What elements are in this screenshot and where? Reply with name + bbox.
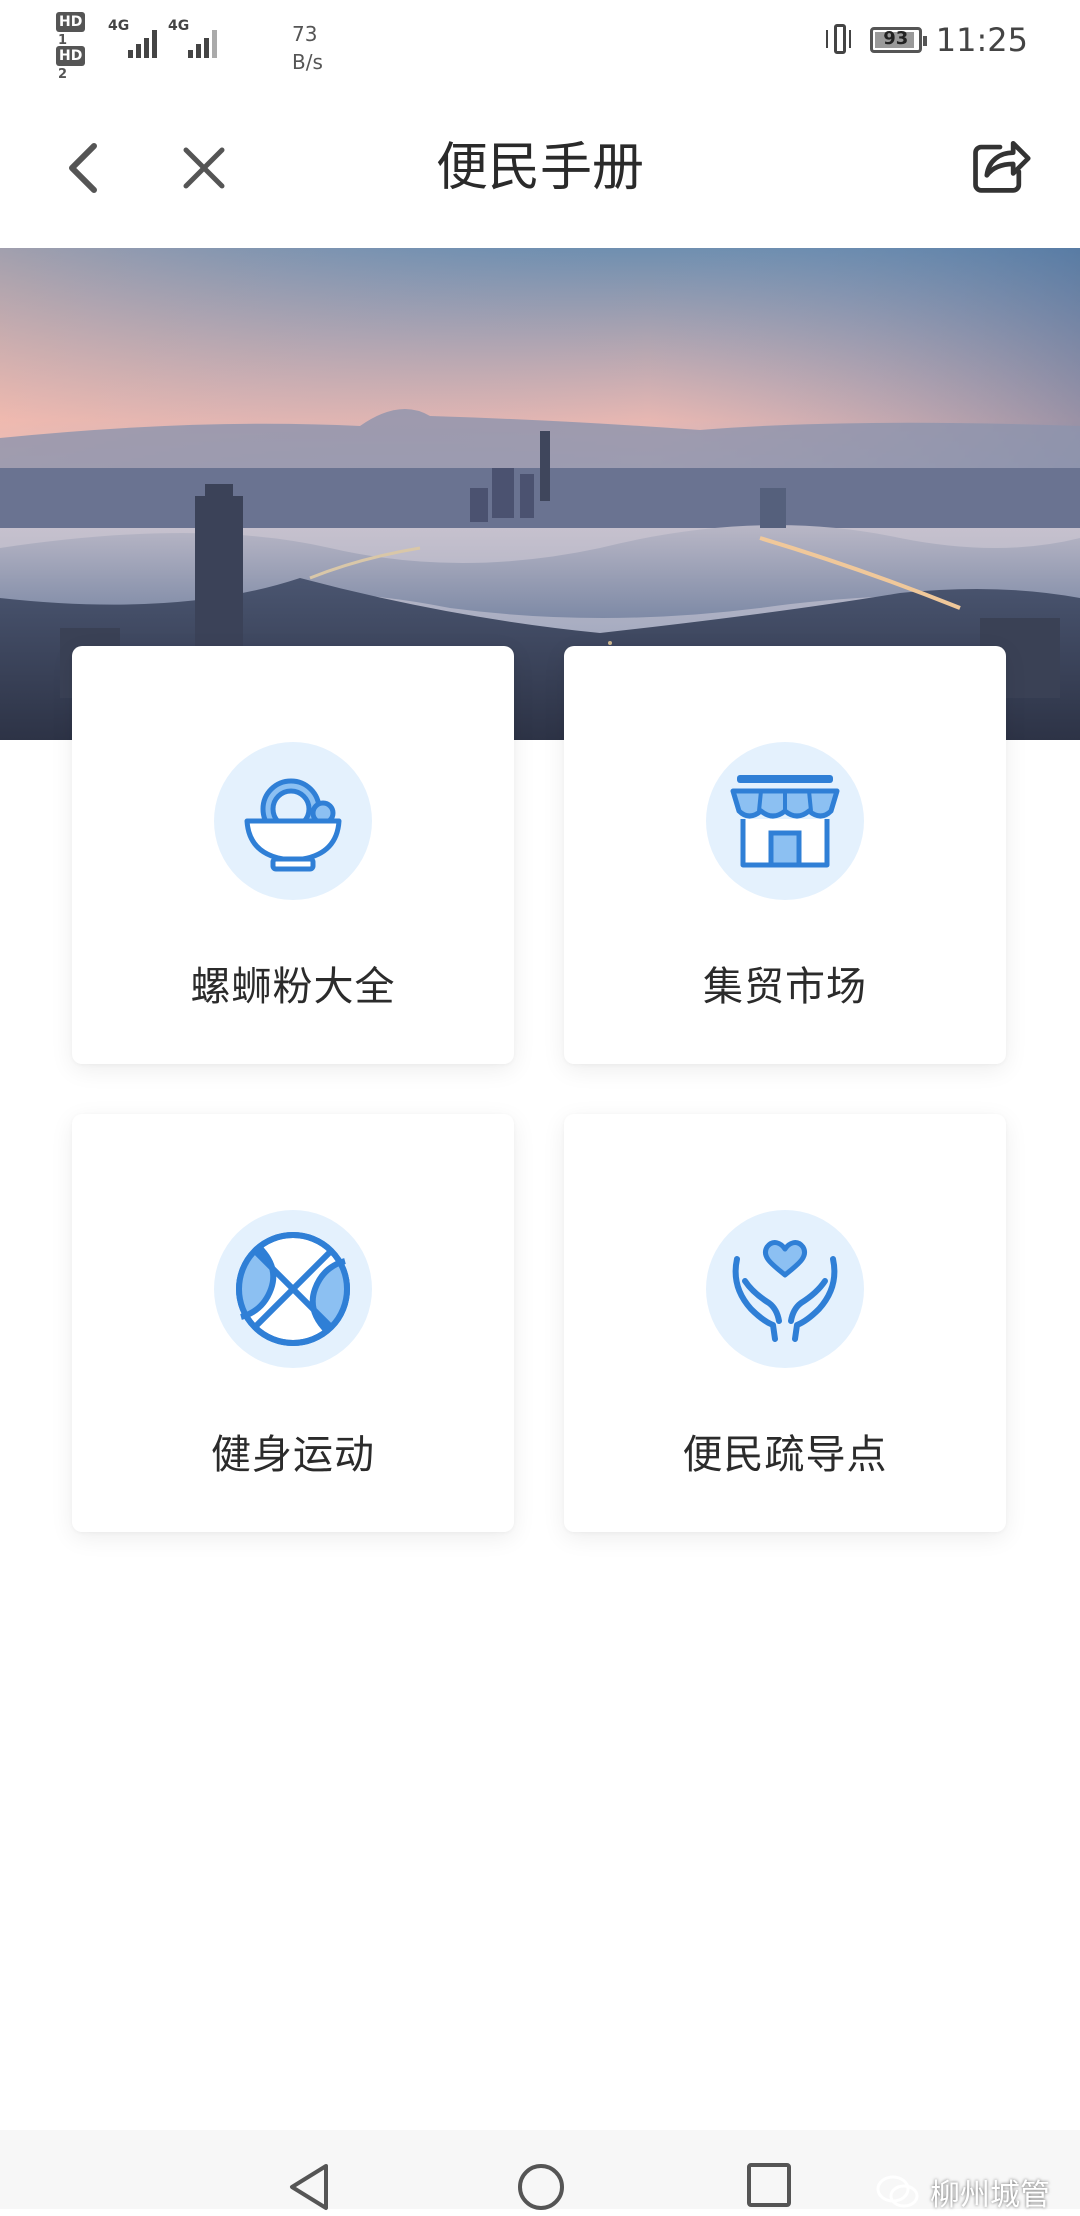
- sim1-indicator: HD1: [56, 12, 96, 48]
- watermark: 柳州城管: [876, 2170, 1050, 2214]
- card-fitness[interactable]: 健身运动: [72, 1114, 514, 1532]
- share-button[interactable]: [968, 132, 1032, 196]
- network-speed: 73 B/s: [292, 22, 323, 74]
- system-nav-bar: 柳州城管: [0, 2130, 1080, 2213]
- watermark-text: 柳州城管: [930, 2178, 1050, 2213]
- nav-recents-button[interactable]: [746, 2162, 792, 2212]
- sim2-indicator: HD2: [56, 46, 96, 82]
- triangle-back-icon: [290, 2164, 328, 2210]
- wechat-icon: [876, 2175, 919, 2208]
- heart-hands-icon: [706, 1210, 864, 1368]
- nav-back-button[interactable]: [286, 2162, 332, 2216]
- page-title: 便民手册: [435, 138, 644, 198]
- market-stall-icon: [706, 742, 864, 900]
- card-market[interactable]: 集贸市场: [564, 646, 1006, 1064]
- card-label: 集贸市场: [703, 964, 867, 1010]
- circle-home-icon: [518, 2164, 564, 2210]
- noodle-bowl-icon: [214, 742, 372, 900]
- card-label: 螺蛳粉大全: [190, 964, 396, 1010]
- card-service-points[interactable]: 便民疏导点: [564, 1114, 1006, 1532]
- card-noodle-guide[interactable]: 螺蛳粉大全: [72, 646, 514, 1064]
- card-label: 便民疏导点: [682, 1432, 888, 1478]
- square-recents-icon: [747, 2163, 791, 2207]
- clock: 11:25: [935, 21, 1028, 59]
- card-label: 健身运动: [211, 1432, 375, 1478]
- share-icon: [973, 140, 1031, 193]
- vibrate-icon: [825, 24, 854, 56]
- battery-icon: 93: [869, 27, 927, 53]
- title-bar: 便民手册: [0, 86, 1080, 248]
- nav-home-button[interactable]: [516, 2162, 566, 2216]
- status-bar: HD1 HD2 4G 4G 73 B/s 93 11:25: [0, 0, 1080, 86]
- battery-level: 93: [883, 28, 909, 49]
- basketball-icon: [214, 1210, 372, 1368]
- status-right: 93 11:25: [825, 18, 1028, 62]
